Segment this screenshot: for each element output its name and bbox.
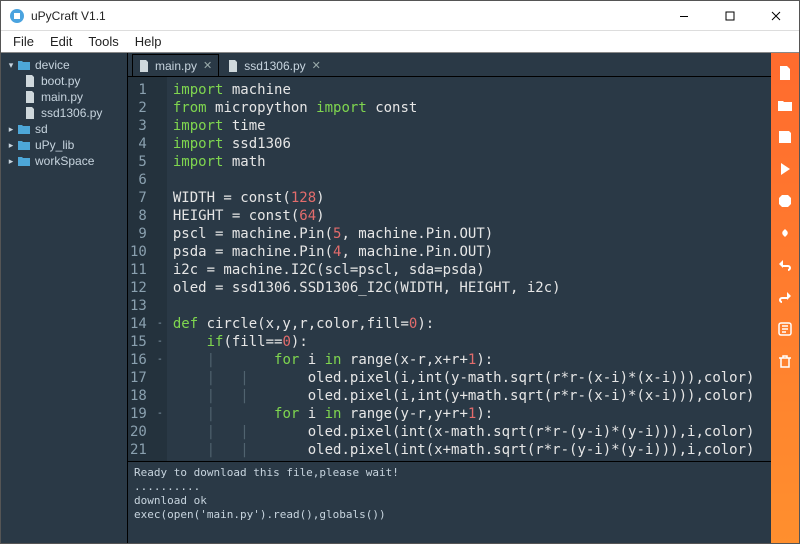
redo-button[interactable] [773,285,797,309]
file-icon [23,106,37,120]
file-icon [137,59,151,73]
connect-button[interactable] [773,221,797,245]
undo-button[interactable] [773,253,797,277]
tree-device[interactable]: ▾ device [1,57,127,73]
clear-button[interactable] [773,349,797,373]
folder-icon [17,138,31,152]
tree-label: boot.py [41,74,80,88]
menu-file[interactable]: File [5,32,42,51]
save-button[interactable] [773,125,797,149]
folder-icon [17,154,31,168]
tree-label: sd [35,122,48,136]
maximize-button[interactable] [707,1,753,31]
tree-label: device [35,58,70,72]
file-icon [226,59,240,73]
folder-icon [17,122,31,136]
file-tree: ▾ device boot.py main.py ssd1306.py ▸ sd [1,53,128,543]
console-output[interactable]: Ready to download this file,please wait!… [128,461,771,543]
menu-edit[interactable]: Edit [42,32,80,51]
code-body: import machinefrom micropython import co… [167,77,771,461]
titlebar: uPyCraft V1.1 [1,1,799,31]
tree-label: workSpace [35,154,94,168]
tree-label: ssd1306.py [41,106,102,120]
fold-gutter: ----- [153,77,167,461]
open-folder-button[interactable] [773,93,797,117]
tree-file-main[interactable]: main.py [1,89,127,105]
run-button[interactable] [773,157,797,181]
tab-ssd1306[interactable]: ssd1306.py ✕ [221,54,328,76]
menu-tools[interactable]: Tools [80,32,126,51]
code-editor[interactable]: 12345678910111213141516171819202122 ----… [128,77,771,461]
tree-label: main.py [41,90,83,104]
editor-panel: main.py ✕ ssd1306.py ✕ 12345678910111213… [128,53,771,543]
tree-file-ssd1306[interactable]: ssd1306.py [1,105,127,121]
tab-close-icon[interactable]: ✕ [312,59,321,72]
window-buttons [661,1,799,31]
new-file-button[interactable] [773,61,797,85]
file-icon [23,90,37,104]
tab-close-icon[interactable]: ✕ [203,59,212,72]
expand-icon: ▸ [5,140,17,151]
expand-icon: ▸ [5,124,17,135]
window-title: uPyCraft V1.1 [31,9,661,23]
right-toolbar [771,53,799,543]
tree-workspace[interactable]: ▸ workSpace [1,153,127,169]
tab-main[interactable]: main.py ✕ [132,54,219,76]
menu-help[interactable]: Help [127,32,170,51]
tab-label: main.py [155,59,197,73]
expand-icon: ▾ [5,60,17,71]
tree-file-boot[interactable]: boot.py [1,73,127,89]
syntax-check-button[interactable] [773,317,797,341]
menubar: File Edit Tools Help [1,31,799,53]
close-button[interactable] [753,1,799,31]
folder-icon [17,58,31,72]
tabbar: main.py ✕ ssd1306.py ✕ [128,53,771,77]
minimize-button[interactable] [661,1,707,31]
expand-icon: ▸ [5,156,17,167]
tree-label: uPy_lib [35,138,74,152]
app-window: uPyCraft V1.1 File Edit Tools Help ▾ dev… [0,0,800,544]
tree-upylib[interactable]: ▸ uPy_lib [1,137,127,153]
stop-button[interactable] [773,189,797,213]
file-icon [23,74,37,88]
workspace: ▾ device boot.py main.py ssd1306.py ▸ sd [1,53,799,543]
tab-label: ssd1306.py [244,59,305,73]
line-gutter: 12345678910111213141516171819202122 [128,77,153,461]
app-icon [9,8,25,24]
tree-sd[interactable]: ▸ sd [1,121,127,137]
